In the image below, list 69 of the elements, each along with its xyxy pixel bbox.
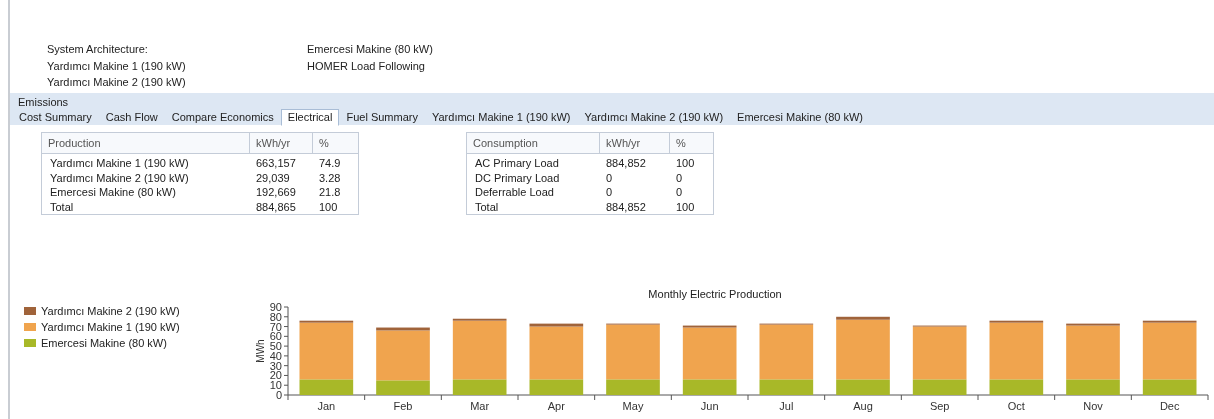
month-label: Oct bbox=[1007, 400, 1025, 412]
month-label: Feb bbox=[393, 400, 413, 412]
table-cell-text: 0 bbox=[605, 185, 614, 200]
tab[interactable]: Electrical bbox=[280, 109, 340, 126]
table-cell-text: 884,852 bbox=[605, 199, 647, 214]
table-cell-text: Deferrable Load bbox=[474, 185, 555, 200]
month-label: Sep bbox=[929, 400, 950, 412]
month-label: Apr bbox=[547, 400, 565, 412]
column-header[interactable]: Consumption bbox=[467, 133, 600, 153]
tab[interactable]: Cost Summary bbox=[12, 109, 99, 126]
month-label: Aug bbox=[853, 400, 873, 412]
legend-label: Emercesi Makine (80 kW) bbox=[41, 337, 167, 349]
tick-label: 10 bbox=[269, 379, 282, 392]
column-header[interactable]: kWh/yr bbox=[600, 133, 670, 153]
month-label: Nov bbox=[1083, 400, 1103, 412]
table-cell-text: 884,852 bbox=[605, 156, 647, 171]
month-label: May bbox=[622, 400, 644, 412]
table-cell-text: 663,157 bbox=[255, 156, 297, 171]
tick-label: 70 bbox=[269, 320, 282, 333]
column-header[interactable]: Production bbox=[42, 133, 250, 153]
architecture-text: Yardımcı Makine 1 (190 kW) bbox=[47, 58, 187, 74]
legend-label: Yardımcı Makine 2 (190 kW) bbox=[41, 305, 180, 317]
table-cell-text: 100 bbox=[675, 156, 696, 171]
column-header[interactable]: kWh/yr bbox=[250, 133, 313, 153]
table-cell-text: Yardımcı Makine 2 (190 kW) bbox=[49, 170, 190, 185]
column-header[interactable]: % bbox=[313, 133, 356, 153]
table-cell-text: Emercesi Makine (80 kW) bbox=[49, 185, 177, 200]
table-cell-text: 100 bbox=[675, 199, 696, 214]
tick-label: 80 bbox=[269, 310, 282, 323]
tab[interactable]: Cash Flow bbox=[98, 109, 165, 126]
table-cell-text: Total bbox=[474, 199, 500, 214]
architecture-text: Yardımcı Makine 2 (190 kW) bbox=[47, 75, 187, 90]
table-cell-text: 884,865 bbox=[255, 199, 297, 214]
table-cell-text: Yardımcı Makine 1 (190 kW) bbox=[49, 156, 190, 171]
tab[interactable]: Emissions bbox=[18, 96, 69, 108]
month-label: Jul bbox=[779, 400, 794, 412]
month-label: Mar bbox=[470, 400, 490, 412]
tab[interactable]: Compare Economics bbox=[164, 109, 281, 126]
tick-label: 0 bbox=[275, 389, 282, 401]
tab[interactable]: Fuel Summary bbox=[339, 109, 425, 126]
table-cell-text: 3.28 bbox=[318, 170, 342, 185]
architecture-text: System Architecture: bbox=[47, 42, 149, 57]
architecture-text: HOMER Load Following bbox=[307, 58, 426, 74]
legend-label: Yardımcı Makine 1 (190 kW) bbox=[41, 321, 180, 333]
table-cell-text: 0 bbox=[675, 185, 684, 200]
table-cell-text: 29,039 bbox=[255, 170, 291, 185]
architecture-text: Emercesi Makine (80 kW) bbox=[307, 42, 433, 57]
tick-label: 20 bbox=[269, 369, 282, 382]
table-cell-text: 21.8 bbox=[318, 185, 342, 200]
table-cell-text: 74.9 bbox=[318, 156, 342, 171]
tick-label: 60 bbox=[269, 330, 282, 343]
tab[interactable]: Yardımcı Makine 1 (190 kW) bbox=[424, 109, 578, 126]
tick-label: 30 bbox=[269, 359, 282, 372]
month-label: Dec bbox=[1159, 400, 1180, 412]
table-cell-text: 0 bbox=[675, 170, 684, 185]
table-cell-text: 0 bbox=[605, 170, 614, 185]
tick-label: 90 bbox=[269, 301, 282, 313]
table-cell-text: 100 bbox=[318, 199, 339, 214]
table-cell-text: AC Primary Load bbox=[474, 156, 560, 171]
column-header[interactable]: % bbox=[670, 133, 711, 153]
month-label: Jun bbox=[700, 400, 719, 412]
table-cell-text: Total bbox=[49, 199, 75, 214]
table-cell-text: DC Primary Load bbox=[474, 170, 561, 185]
chart-title: Monthly Electric Production bbox=[648, 288, 782, 300]
tab[interactable]: Emercesi Makine (80 kW) bbox=[730, 109, 870, 126]
month-label: Jan bbox=[317, 400, 336, 412]
table-cell-text: 192,669 bbox=[255, 185, 297, 200]
axis-label: MWh bbox=[255, 339, 266, 363]
tab[interactable]: Yardımcı Makine 2 (190 kW) bbox=[577, 109, 731, 126]
